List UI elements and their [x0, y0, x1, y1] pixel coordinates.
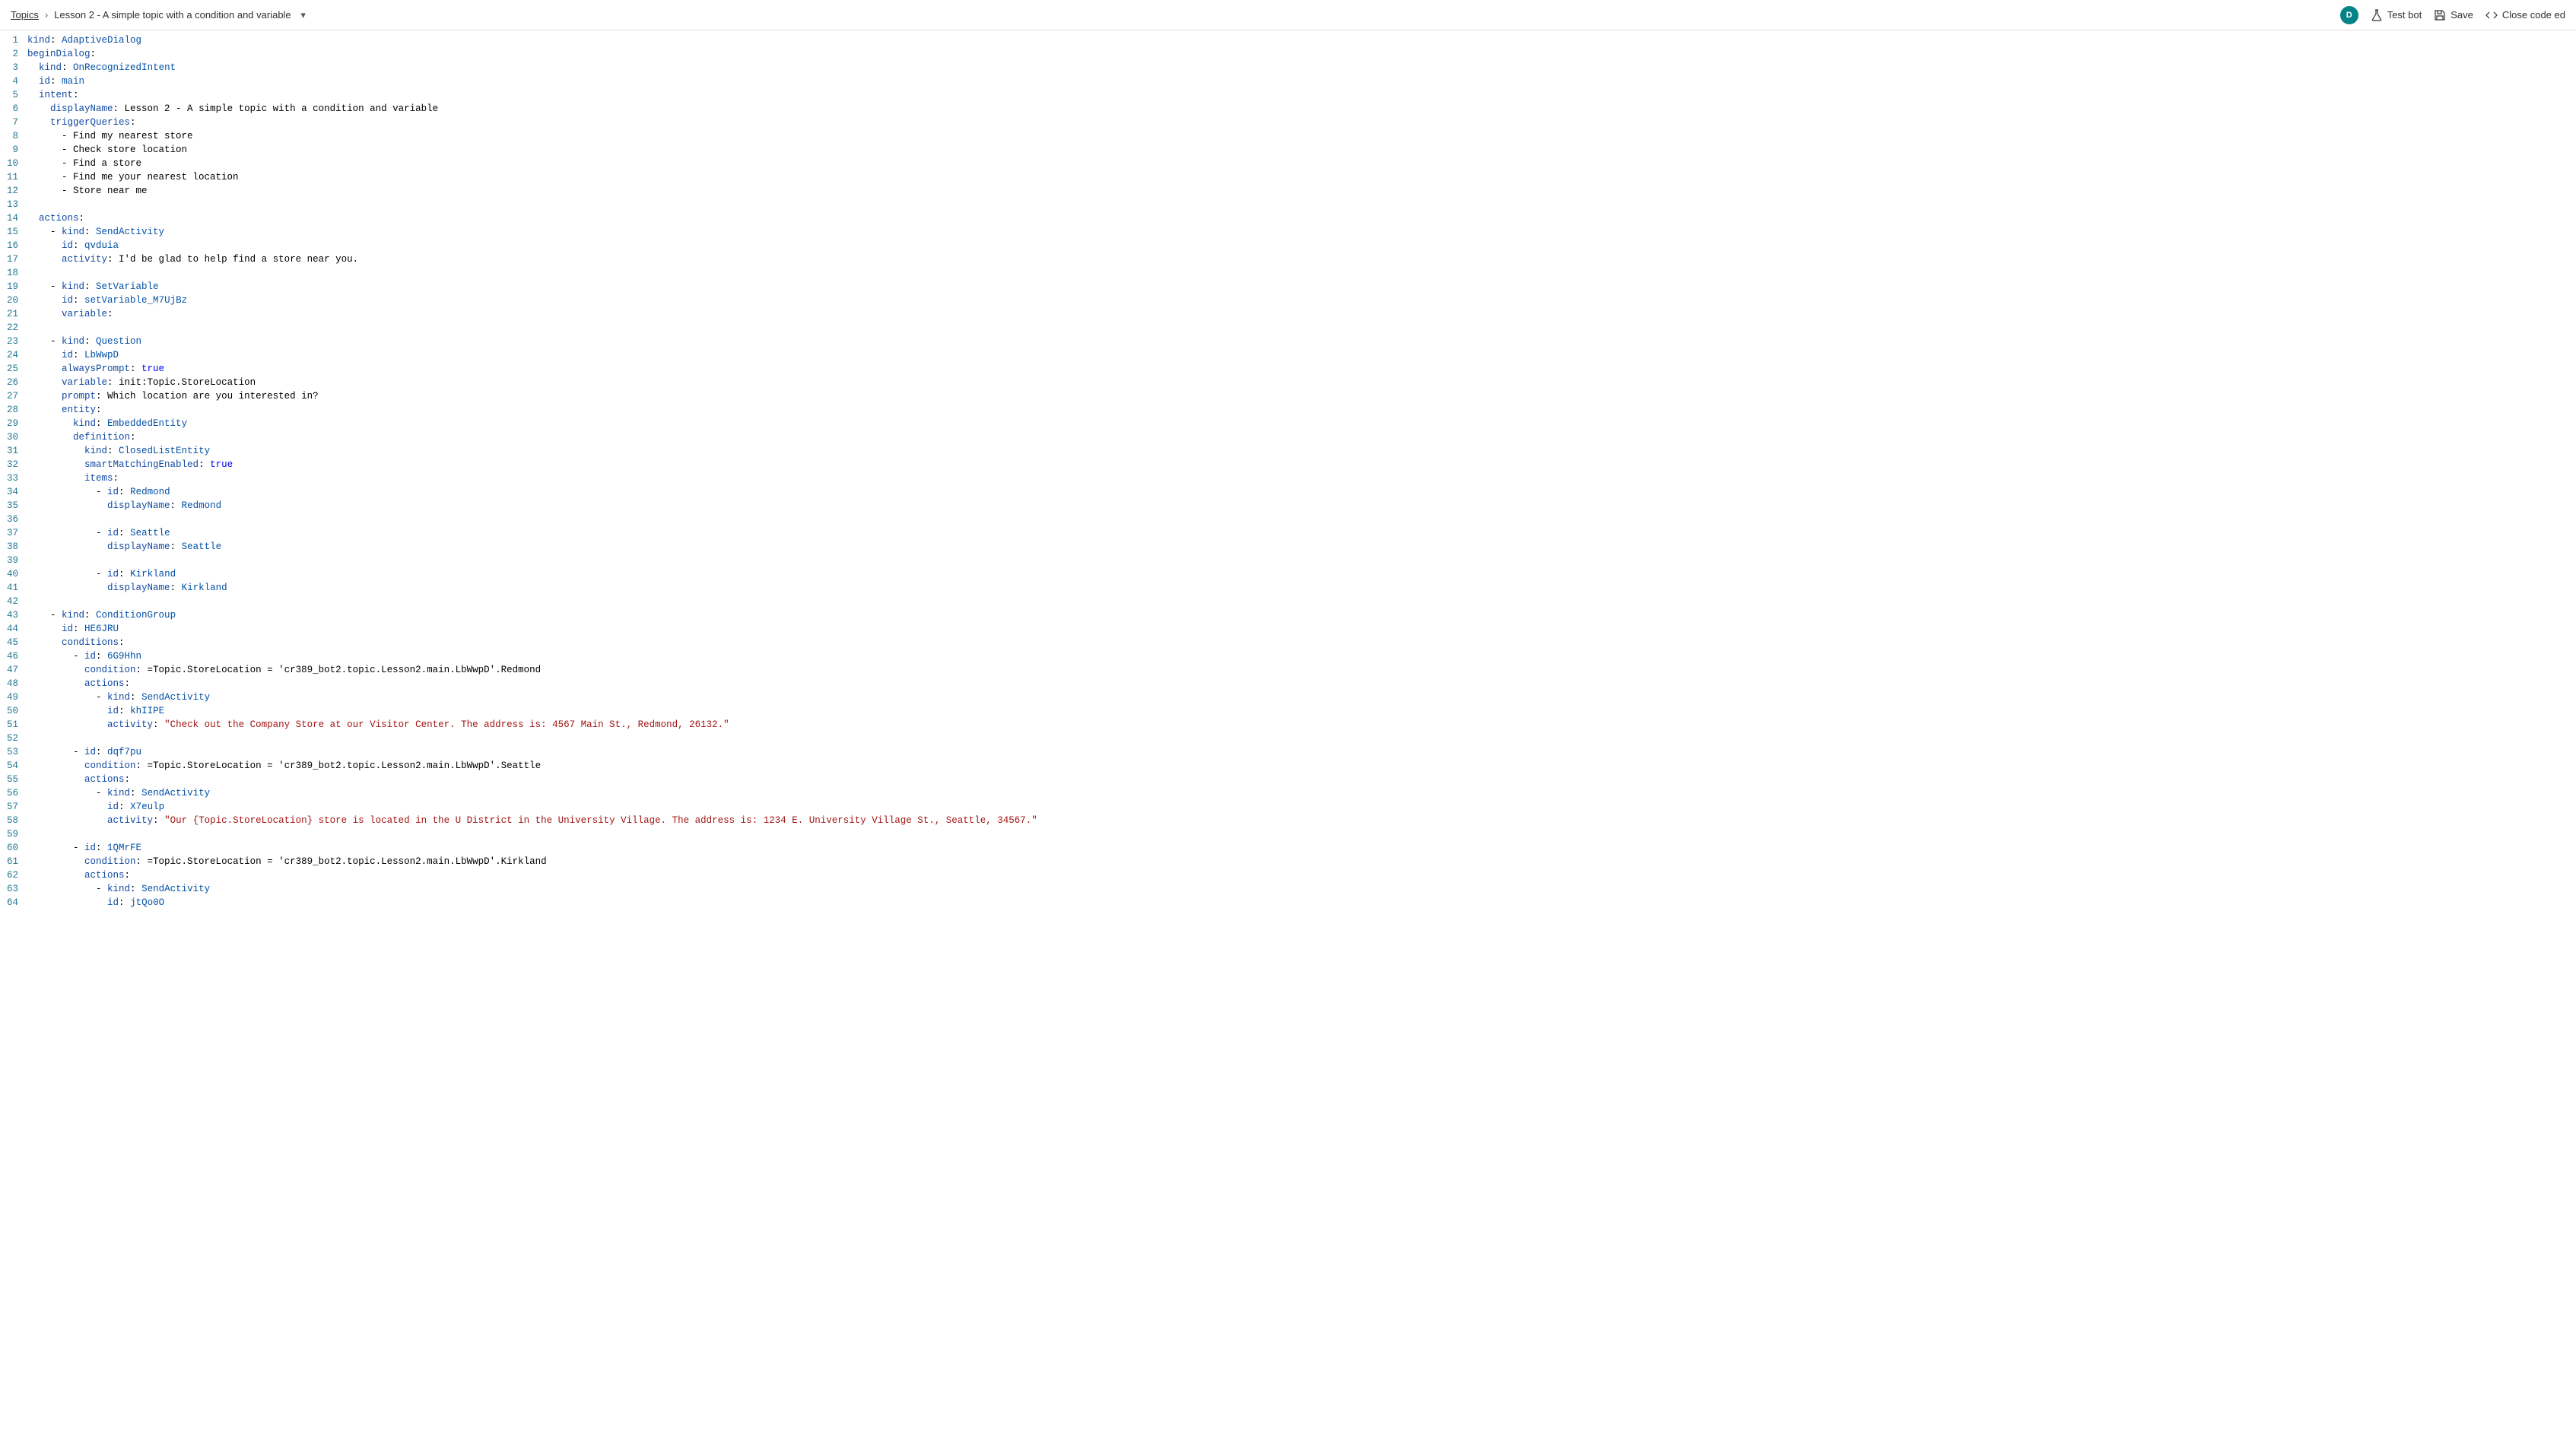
chevron-down-icon[interactable]: ▾ [297, 9, 310, 21]
breadcrumb: Topics › Lesson 2 - A simple topic with … [11, 9, 310, 21]
code-body[interactable]: kind: AdaptiveDialog beginDialog: kind: … [24, 30, 1037, 913]
topbar: Topics › Lesson 2 - A simple topic with … [0, 0, 2576, 30]
save-button[interactable]: Save [2434, 9, 2473, 21]
close-code-label: Close code ed [2502, 9, 2565, 21]
chevron-right-icon: › [45, 9, 48, 21]
close-code-editor-button[interactable]: Close code ed [2485, 9, 2565, 21]
avatar[interactable]: D [2340, 6, 2358, 24]
test-bot-label: Test bot [2387, 9, 2422, 21]
topbar-actions: D Test bot Save Close code ed [2340, 6, 2565, 24]
flask-icon [2371, 9, 2383, 21]
breadcrumb-root[interactable]: Topics [11, 9, 39, 21]
code-editor[interactable]: 1 2 3 4 5 6 7 8 9 10 11 12 13 14 15 16 1… [0, 30, 2576, 913]
save-icon [2434, 9, 2446, 21]
save-label: Save [2451, 9, 2473, 21]
test-bot-button[interactable]: Test bot [2371, 9, 2422, 21]
line-number-gutter: 1 2 3 4 5 6 7 8 9 10 11 12 13 14 15 16 1… [0, 30, 24, 913]
breadcrumb-current: Lesson 2 - A simple topic with a conditi… [54, 9, 291, 21]
code-icon [2485, 9, 2498, 21]
